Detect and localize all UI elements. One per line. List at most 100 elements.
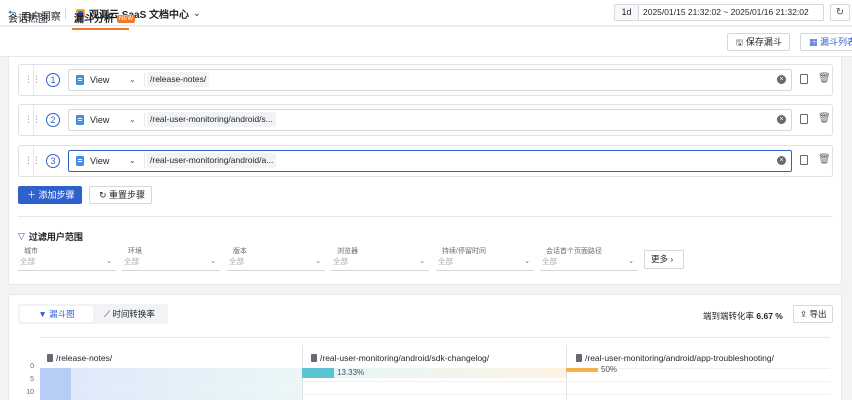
funnel-list-button[interactable]: ▦ 漏斗列表: [800, 33, 852, 51]
clear-icon[interactable]: ×: [777, 75, 786, 84]
step-column-title: /release-notes/: [47, 353, 112, 363]
funnel-flow-1-2: [71, 368, 302, 400]
page-icon: [311, 354, 317, 362]
chart-divider: [40, 337, 830, 338]
page-icon: [76, 156, 84, 166]
chevron-down-icon: ⌄: [210, 258, 216, 265]
filter-select-env[interactable]: 全部 ⌄: [122, 255, 220, 271]
chevron-down-icon: ⌄: [524, 258, 530, 265]
chevron-down-icon: ⌄: [106, 258, 112, 265]
chevron-down-icon: ⌄: [628, 258, 634, 265]
step-number: 1: [46, 73, 60, 87]
chevron-right-icon: ›: [668, 254, 674, 264]
delete-icon[interactable]: 🗑: [818, 73, 831, 84]
filter-value: 全部: [124, 257, 139, 266]
field-divider: [144, 113, 145, 127]
filter-select-duration[interactable]: 全部 ⌄: [436, 255, 534, 271]
step-path-tag[interactable]: /real-user-monitoring/android/a...: [147, 153, 277, 168]
delete-icon[interactable]: 🗑: [818, 154, 831, 165]
toggle-funnel-chart[interactable]: ▼ 漏斗图: [20, 306, 93, 322]
divider: [18, 216, 833, 217]
filter-title: ▽ 过滤用户范围: [18, 230, 83, 243]
toggle-time-conversion[interactable]: ⟋ 时间转换率: [93, 306, 166, 322]
field-divider: [144, 73, 145, 87]
save-funnel-button[interactable]: 🖫 保存漏斗: [727, 33, 790, 51]
clear-icon[interactable]: ×: [777, 115, 786, 124]
step-number: 2: [46, 113, 60, 127]
refresh-button[interactable]: ↻: [830, 4, 850, 21]
step-number: 3: [46, 154, 60, 168]
funnel-step: ⋮⋮ 3 View ⌄ /real-user-monitoring/androi…: [18, 145, 833, 177]
copy-icon[interactable]: [800, 74, 808, 84]
filter-value: 全部: [20, 257, 35, 266]
add-step-button[interactable]: ＋ 添加步骤: [18, 186, 82, 204]
filter-title-text: 过滤用户范围: [28, 232, 83, 242]
filter-value: 全部: [333, 257, 348, 266]
toggle-funnel-label: 漏斗图: [49, 309, 75, 319]
filter-icon: ▽: [18, 231, 25, 241]
export-label: 导出: [809, 309, 827, 319]
page-icon: [76, 75, 84, 85]
save-icon: 🖫: [736, 38, 743, 47]
funnel-bar-step-3[interactable]: [566, 368, 598, 372]
funnel-flow-2-3: [334, 368, 566, 378]
refresh-icon: ↻: [835, 7, 845, 18]
add-step-label: 添加步骤: [38, 190, 75, 200]
chevron-down-icon: ⌄: [193, 8, 201, 18]
clear-icon[interactable]: ×: [777, 156, 786, 165]
step-conversion-label: 50%: [601, 365, 618, 374]
filter-select-first-page[interactable]: 全部 ⌄: [540, 255, 638, 271]
filter-value: 全部: [542, 257, 557, 266]
copy-icon[interactable]: [800, 155, 808, 165]
drag-handle-icon[interactable]: ⋮⋮: [24, 155, 41, 166]
filter-select-browser[interactable]: 全部 ⌄: [331, 255, 429, 271]
y-tick-label: 10: [26, 389, 34, 396]
chevron-down-icon: ⌄: [129, 156, 136, 165]
more-filters-button[interactable]: 更多 ›: [644, 250, 684, 269]
step-field[interactable]: View ⌄ /real-user-monitoring/android/a..…: [68, 150, 792, 172]
copy-icon[interactable]: [800, 114, 808, 124]
step-divider: [33, 146, 34, 176]
divider: [65, 8, 66, 19]
field-divider: [144, 154, 145, 168]
step-divider: [33, 105, 34, 135]
conversion-label: 端到端转化率: [703, 311, 755, 321]
funnel-bar-step-2[interactable]: [302, 368, 334, 378]
tab-session-heatmap[interactable]: 会话热图: [8, 10, 48, 25]
step-field[interactable]: View ⌄ /release-notes/ ×: [68, 69, 792, 91]
plus-icon: ＋: [27, 190, 39, 200]
page-icon: [47, 354, 53, 362]
column-separator: [566, 345, 567, 400]
tab-funnel-analysis[interactable]: 漏斗分析 NEW: [74, 10, 135, 25]
funnel-bar-step-1[interactable]: [40, 368, 71, 400]
drag-handle-icon[interactable]: ⋮⋮: [24, 74, 41, 85]
reset-steps-label: 重置步骤: [109, 190, 146, 200]
category-label: /real-user-monitoring/android/app-troubl…: [585, 353, 774, 363]
step-path-tag[interactable]: /release-notes/: [147, 72, 210, 87]
list-icon: ▦: [809, 37, 821, 47]
funnel-step: ⋮⋮ 1 View ⌄ /release-notes/ × 🗑: [18, 64, 833, 96]
conversion-rate: 端到端转化率 6.67 %: [703, 310, 783, 322]
step-path-tag[interactable]: /real-user-monitoring/android/s...: [147, 112, 276, 127]
step-type-select[interactable]: View: [90, 115, 109, 125]
reset-steps-button[interactable]: ↻ 重置步骤: [89, 186, 152, 204]
conversion-value: 6.67 %: [756, 311, 783, 321]
toggle-time-label: 时间转换率: [112, 309, 155, 319]
new-badge: NEW: [117, 15, 135, 23]
y-tick-label: 5: [30, 376, 34, 383]
filter-select-version[interactable]: 全部 ⌄: [227, 255, 325, 271]
funnel-icon: ▼: [38, 309, 50, 319]
tab-funnel-label: 漏斗分析: [74, 14, 114, 25]
step-conversion-label: 13.33%: [337, 368, 365, 377]
delete-icon[interactable]: 🗑: [818, 113, 831, 124]
step-type-select[interactable]: View: [90, 75, 109, 85]
step-field[interactable]: View ⌄ /real-user-monitoring/android/s..…: [68, 109, 792, 131]
step-type-select[interactable]: View: [90, 156, 109, 166]
export-button[interactable]: ⇪ 导出: [793, 305, 833, 323]
time-range-unit[interactable]: 1d: [614, 4, 639, 21]
time-range-picker[interactable]: 2025/01/15 21:32:02 ~ 2025/01/16 21:32:0…: [639, 4, 824, 21]
filter-select-city[interactable]: 全部 ⌄: [18, 255, 116, 271]
drag-handle-icon[interactable]: ⋮⋮: [24, 114, 41, 125]
active-tab-indicator: [72, 28, 129, 30]
y-tick-label: 0: [30, 363, 34, 370]
